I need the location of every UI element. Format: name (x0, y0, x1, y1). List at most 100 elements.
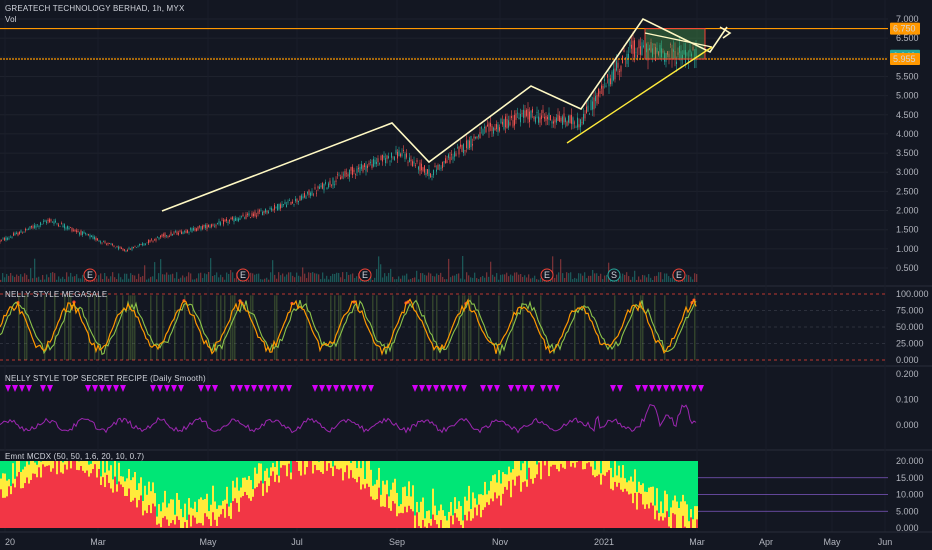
candle-body (349, 170, 350, 178)
candle-body (61, 223, 62, 224)
mcdx-red-bar (568, 461, 570, 528)
recipe-triangle-icon (642, 385, 648, 392)
candle-body (275, 206, 277, 208)
chart-stage[interactable]: 7.0006.5006.0005.5005.0004.5004.0003.500… (0, 0, 932, 550)
candle-body (334, 184, 335, 186)
candle-body (20, 230, 22, 233)
candle-body (395, 149, 397, 154)
volume-bar (112, 272, 114, 282)
candle-body (151, 238, 152, 240)
volume-bar (438, 275, 440, 282)
mcdx-red-bar (538, 462, 540, 528)
candle-body (284, 201, 286, 205)
price-tick-label: 2.500 (896, 186, 919, 196)
candle-body (86, 234, 88, 236)
mcdx-red-bar (130, 501, 132, 528)
volume-bar (210, 258, 212, 282)
recipe-triangle-icon (164, 385, 170, 392)
recipe-triangle-icon (515, 385, 521, 392)
candle-body (166, 235, 167, 237)
candle-body (160, 235, 161, 238)
candle-body (380, 155, 382, 161)
candle-body (560, 117, 562, 122)
recipe-triangle-icon (286, 385, 292, 392)
volume-bar (306, 278, 308, 282)
volume-bar (638, 276, 640, 282)
candle-body (539, 117, 541, 123)
volume-bar (504, 274, 506, 282)
candle-body (613, 68, 614, 81)
mcdx-yellow-bar (442, 510, 444, 528)
mcdx-green-bar (688, 461, 690, 528)
mcdx-red-bar (562, 467, 564, 528)
candle-body (313, 194, 314, 196)
candle-body (76, 230, 77, 232)
candle-body (241, 215, 242, 217)
candle-body (547, 116, 548, 120)
mcdx-yellow-bar (414, 515, 416, 528)
mcdx-red-bar (684, 526, 686, 528)
mcdx-red-bar (162, 517, 164, 528)
candle-body (520, 113, 521, 123)
mcdx-red-bar (158, 523, 160, 528)
mcdx-red-bar (68, 461, 70, 528)
mcdx-yellow-bar (692, 519, 694, 528)
megasale-bar (162, 295, 164, 360)
mcdx-red-bar (466, 520, 468, 528)
candle-body (341, 175, 343, 179)
mcdx-red-bar (222, 508, 224, 528)
candle-body (134, 246, 136, 248)
volume-bar (386, 276, 388, 282)
volume-bar (396, 279, 398, 282)
price-tick-label: 5.000 (896, 91, 919, 101)
candle-body (521, 113, 523, 114)
volume-bar (70, 272, 72, 282)
candle-body (119, 247, 121, 248)
mcdx-red-bar (218, 516, 220, 528)
mcdx-red-bar (342, 480, 344, 528)
price-tick-label: 5.500 (896, 71, 919, 81)
chart-canvas[interactable]: 7.0006.5006.0005.5005.0004.5004.0003.500… (0, 0, 932, 550)
recipe-triangle-icon (279, 385, 285, 392)
volume-bar (662, 279, 664, 282)
recipe-triangle-icon (85, 385, 91, 392)
candle-body (43, 221, 44, 222)
mcdx-red-bar (376, 499, 378, 528)
candle-body (326, 187, 328, 189)
candle-body (599, 91, 601, 94)
recipe-triangle-icon (670, 385, 676, 392)
candle-body (589, 113, 590, 115)
volume-bar (642, 274, 644, 282)
candle-body (221, 219, 223, 221)
mcdx-red-bar (494, 492, 496, 528)
mcdx-red-bar (246, 495, 248, 528)
volume-bar (320, 279, 322, 282)
volume-bar (464, 279, 466, 282)
mcdx-red-bar (100, 484, 102, 528)
candle-body (569, 115, 571, 124)
volume-bar (140, 276, 142, 282)
candle-body (595, 95, 596, 102)
megasale-group (0, 295, 697, 360)
mcdx-red-bar (682, 515, 684, 528)
mcdx-red-bar (652, 505, 654, 528)
recipe-triangle-icon (251, 385, 257, 392)
candle-body (238, 218, 239, 222)
volume-bar (218, 277, 220, 282)
candle-body (587, 105, 589, 112)
volume-bar (102, 279, 104, 282)
mcdx-red-bar (136, 507, 138, 528)
candle-body (427, 169, 428, 174)
mcdx-red-bar (292, 461, 294, 528)
mcdx-red-bar (550, 466, 552, 528)
volume-bar (664, 273, 666, 282)
mcdx-red-bar (356, 482, 358, 528)
volume-bar (496, 273, 498, 282)
candle-body (280, 204, 281, 209)
volume-bar (262, 279, 264, 282)
volume-bar (514, 272, 516, 282)
candle-body (217, 222, 218, 224)
candle-body (286, 204, 287, 208)
volume-bar (574, 277, 576, 282)
volume-bar (54, 273, 56, 282)
